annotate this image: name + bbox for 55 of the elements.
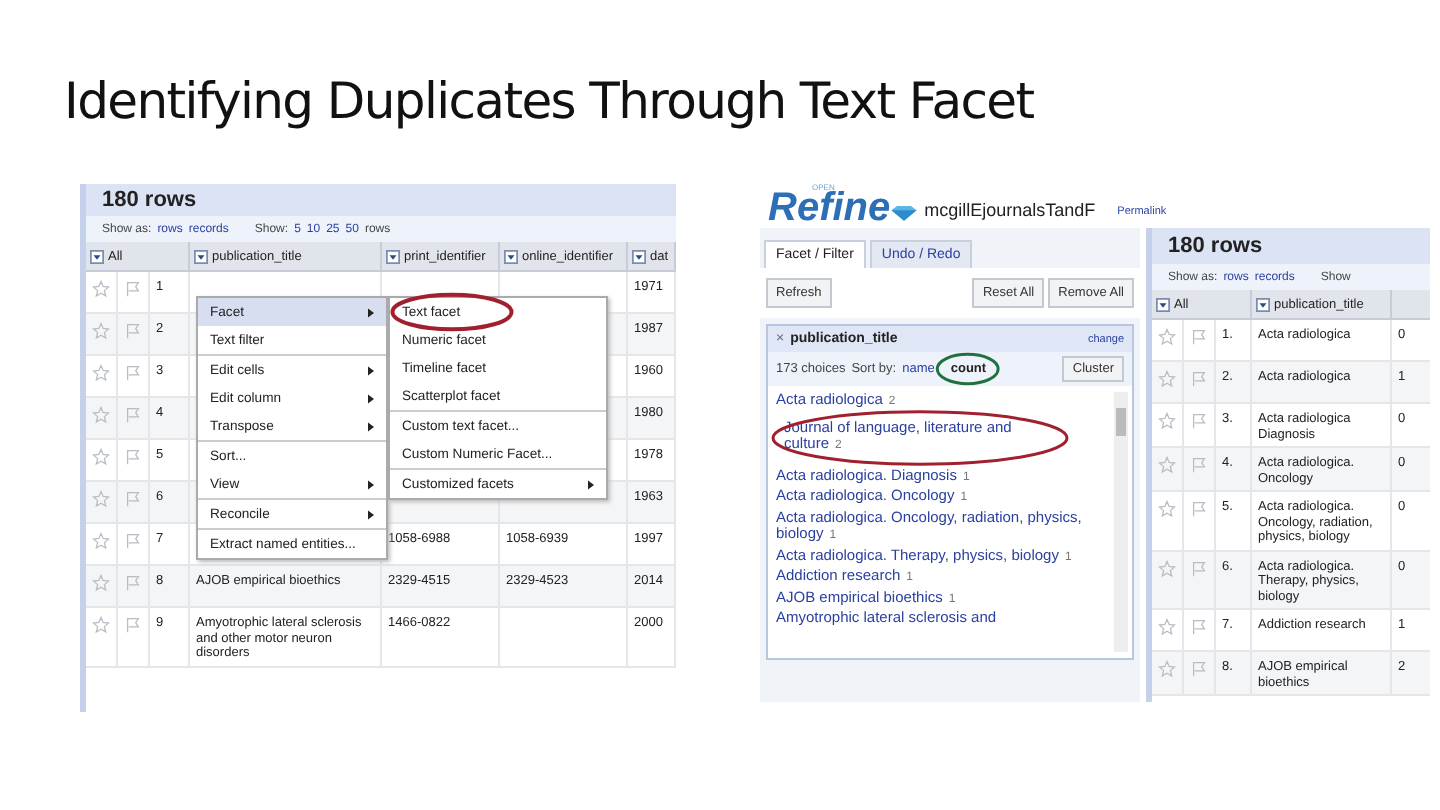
flag-icon[interactable]: [124, 616, 142, 634]
dropdown-icon[interactable]: [386, 249, 400, 263]
flag-icon[interactable]: [124, 490, 142, 508]
flag-icon[interactable]: [1190, 456, 1208, 474]
scrollbar[interactable]: [1114, 392, 1128, 652]
submenu-arrow-icon: [368, 365, 374, 375]
star-icon[interactable]: [1158, 412, 1176, 430]
slide-title: Identifying Duplicates Through Text Facet: [64, 70, 1036, 134]
submenu-arrow-icon: [368, 509, 374, 519]
dropdown-icon[interactable]: [1256, 297, 1270, 311]
submenu-arrow-icon: [368, 307, 374, 317]
star-icon[interactable]: [92, 322, 110, 340]
row-count: 180 rows: [102, 188, 197, 212]
dropdown-icon[interactable]: [504, 249, 518, 263]
star-icon[interactable]: [92, 490, 110, 508]
star-icon[interactable]: [1158, 456, 1176, 474]
star-icon[interactable]: [1158, 660, 1176, 678]
star-icon[interactable]: [1158, 559, 1176, 577]
dropdown-icon[interactable]: [632, 249, 646, 263]
star-icon[interactable]: [92, 616, 110, 634]
app-logo[interactable]: Refine: [768, 188, 891, 228]
star-icon[interactable]: [1158, 370, 1176, 388]
flag-icon[interactable]: [1190, 412, 1208, 430]
dropdown-icon[interactable]: [90, 249, 104, 263]
star-icon[interactable]: [92, 406, 110, 424]
star-icon[interactable]: [92, 532, 110, 550]
star-icon[interactable]: [1158, 500, 1176, 518]
star-icon[interactable]: [1158, 618, 1176, 636]
submenu-arrow-icon: [588, 479, 594, 489]
flag-icon[interactable]: [1190, 370, 1208, 388]
submenu-arrow-icon: [368, 393, 374, 403]
row-count: 180 rows: [1168, 234, 1263, 258]
star-icon[interactable]: [92, 574, 110, 592]
flag-icon[interactable]: [1190, 500, 1208, 518]
flag-icon[interactable]: [1190, 559, 1208, 577]
dropdown-icon[interactable]: [194, 249, 208, 263]
star-icon[interactable]: [1158, 328, 1176, 346]
flag-icon[interactable]: [124, 448, 142, 466]
star-icon[interactable]: [92, 364, 110, 382]
flag-icon[interactable]: [124, 574, 142, 592]
flag-icon[interactable]: [1190, 618, 1208, 636]
submenu-arrow-icon: [368, 479, 374, 489]
flag-icon[interactable]: [124, 280, 142, 298]
star-icon[interactable]: [92, 448, 110, 466]
submenu-arrow-icon: [368, 421, 374, 431]
flag-icon[interactable]: [124, 364, 142, 382]
flag-icon[interactable]: [1190, 328, 1208, 346]
project-name: mcgillEjournalsTandF: [924, 200, 1096, 220]
flag-icon[interactable]: [1190, 660, 1208, 678]
flag-icon[interactable]: [124, 532, 142, 550]
flag-icon[interactable]: [124, 322, 142, 340]
dropdown-icon[interactable]: [1156, 297, 1170, 311]
flag-icon[interactable]: [124, 406, 142, 424]
diamond-icon: [890, 204, 919, 222]
star-icon[interactable]: [92, 280, 110, 298]
